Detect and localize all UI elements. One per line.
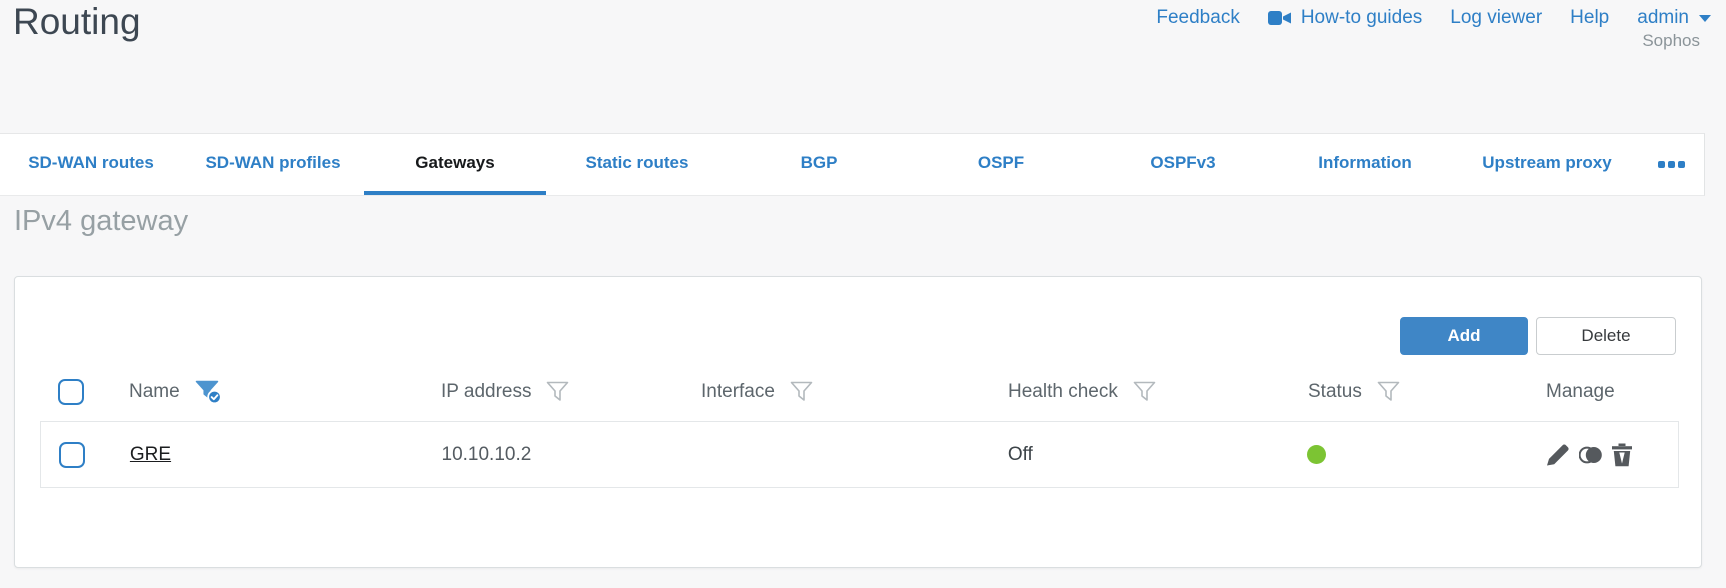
howto-guides-label: How-to guides	[1300, 7, 1423, 28]
log-viewer-label: Log viewer	[1450, 7, 1543, 28]
tab-bgp[interactable]: BGP	[728, 134, 910, 195]
column-header-manage: Manage	[1546, 381, 1615, 402]
clone-icon[interactable]	[1579, 444, 1603, 466]
feedback-link[interactable]: Feedback	[1156, 7, 1239, 29]
filter-icon[interactable]	[1377, 381, 1400, 403]
tab-more[interactable]	[1638, 134, 1704, 195]
brand-label: Sophos	[1642, 31, 1700, 50]
help-label: Help	[1570, 7, 1610, 28]
tab-ospf[interactable]: OSPF	[910, 134, 1092, 195]
admin-label: admin	[1637, 7, 1689, 28]
tab-ospfv3[interactable]: OSPFv3	[1092, 134, 1274, 195]
filter-icon[interactable]	[1133, 381, 1156, 403]
header-links: Feedback How-to guides Log viewer Help a…	[1156, 7, 1712, 29]
column-header-interface: Interface	[701, 381, 775, 402]
row-checkbox[interactable]	[59, 441, 85, 468]
edit-pencil-icon[interactable]	[1545, 443, 1571, 467]
add-button[interactable]: Add	[1400, 317, 1528, 355]
delete-button[interactable]: Delete	[1536, 317, 1676, 355]
column-header-health-check: Health check	[1008, 381, 1118, 402]
log-viewer-link[interactable]: Log viewer	[1450, 7, 1542, 29]
manage-actions	[1545, 443, 1633, 467]
tab-sd-wan-profiles[interactable]: SD-WAN profiles	[182, 134, 364, 195]
admin-menu[interactable]: admin	[1637, 7, 1712, 29]
page-title: Routing	[13, 1, 141, 42]
tab-bar: SD-WAN routes SD-WAN profiles Gateways S…	[0, 133, 1705, 196]
tab-gateways[interactable]: Gateways	[364, 134, 546, 195]
gateway-card: Add Delete Name IP address Interface Hea…	[14, 276, 1702, 568]
delete-trash-icon[interactable]	[1611, 443, 1633, 467]
tab-upstream-proxy[interactable]: Upstream proxy	[1456, 134, 1638, 195]
feedback-label: Feedback	[1156, 7, 1240, 28]
row-health-check: Off	[1007, 443, 1033, 465]
help-link[interactable]: Help	[1570, 7, 1609, 29]
column-header-status: Status	[1308, 381, 1362, 402]
gateway-name-link[interactable]: GRE	[130, 444, 171, 466]
column-header-name: Name	[129, 381, 180, 402]
select-all-checkbox[interactable]	[58, 379, 84, 405]
table-row: GRE 10.10.10.2 Off	[40, 421, 1679, 488]
status-dot	[1307, 445, 1327, 464]
toolbar: Add Delete	[1400, 317, 1676, 355]
tab-sd-wan-routes[interactable]: SD-WAN routes	[0, 134, 182, 195]
caret-down-icon	[1699, 14, 1711, 22]
row-ip-address: 10.10.10.2	[441, 443, 532, 465]
tab-information[interactable]: Information	[1274, 134, 1456, 195]
column-header-ip-address: IP address	[441, 381, 532, 402]
ellipsis-icon	[1657, 161, 1685, 168]
filter-icon[interactable]	[790, 381, 813, 403]
table-header: Name IP address Interface Health check S…	[40, 368, 1679, 416]
section-heading: IPv4 gateway	[14, 205, 189, 237]
howto-guides-link[interactable]: How-to guides	[1267, 7, 1423, 29]
tab-static-routes[interactable]: Static routes	[546, 134, 728, 195]
filter-active-icon[interactable]	[195, 380, 223, 405]
video-camera-icon	[1267, 11, 1291, 25]
filter-icon[interactable]	[546, 381, 569, 403]
